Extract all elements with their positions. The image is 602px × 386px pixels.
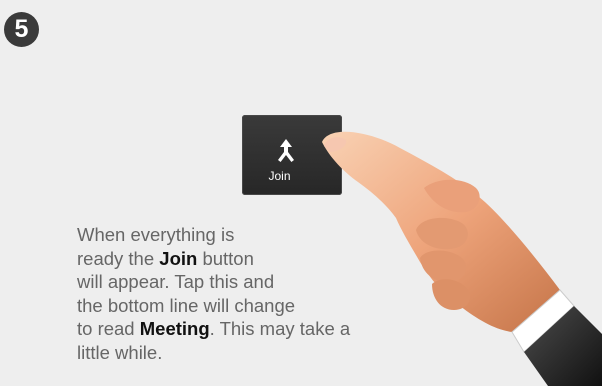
join-keyword: Join — [159, 247, 198, 269]
instructions-line: ready the Join button — [77, 247, 350, 271]
instructions-line: little while. — [77, 341, 163, 363]
instructions-text-segment: to read — [77, 318, 140, 339]
meeting-keyword: Meeting — [139, 318, 210, 339]
instructions-line: When everything is — [77, 224, 235, 245]
instructions-text: When everything is ready the Join button… — [77, 223, 350, 364]
instructions-text-segment: . This may take a — [209, 318, 351, 339]
instructions-text-segment: button — [197, 247, 254, 269]
instructions-line: will appear. Tap this and — [77, 271, 275, 292]
instructions-line: the bottom line will change — [77, 294, 296, 316]
instructions-text-segment: ready the — [77, 247, 160, 269]
instructions-line: to read Meeting. This may take a — [77, 317, 350, 341]
